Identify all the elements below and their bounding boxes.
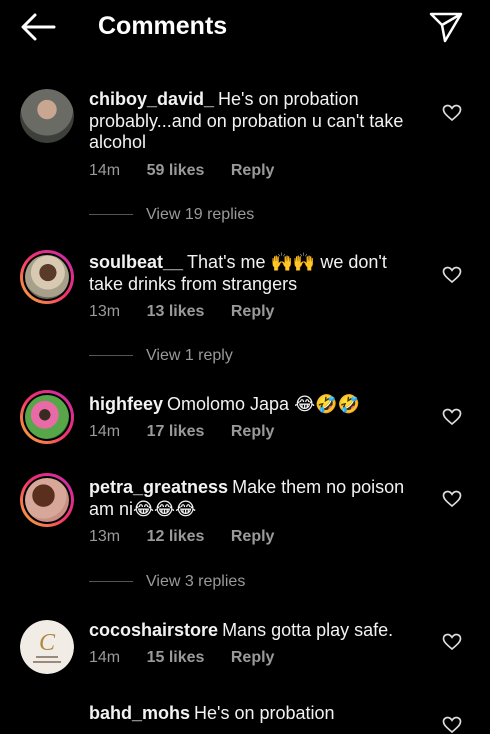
- view-replies[interactable]: View 1 reply: [89, 347, 233, 365]
- reply-button[interactable]: Reply: [231, 162, 275, 179]
- comment-username[interactable]: petra_greatness: [89, 477, 228, 497]
- heart-icon[interactable]: [442, 104, 462, 122]
- comment-time: 13m: [89, 303, 121, 320]
- comment-time: 13m: [89, 528, 121, 545]
- divider: [89, 355, 133, 357]
- comment-text: Mans gotta play safe.: [222, 620, 394, 640]
- comment-time: 14m: [89, 423, 121, 440]
- logo-image: C: [33, 630, 61, 663]
- view-replies[interactable]: View 3 replies: [89, 573, 245, 591]
- divider: [89, 581, 133, 583]
- comment-likes[interactable]: 13 likes: [147, 303, 205, 320]
- comment-meta: 14m 15 likes Reply: [89, 649, 296, 667]
- view-replies-label[interactable]: View 3 replies: [146, 573, 245, 590]
- reply-button[interactable]: Reply: [231, 528, 275, 545]
- comment-username[interactable]: soulbeat__: [89, 252, 183, 272]
- comment-username[interactable]: cocoshairstore: [89, 620, 218, 640]
- comment-meta: 14m 59 likes Reply: [89, 162, 296, 180]
- avatar[interactable]: [20, 89, 74, 143]
- comment-likes[interactable]: 15 likes: [147, 649, 205, 666]
- comment-username[interactable]: chiboy_david_: [89, 89, 214, 109]
- comment-time: 14m: [89, 649, 121, 666]
- comment-meta: 13m 13 likes Reply: [89, 303, 296, 321]
- reply-button[interactable]: Reply: [231, 649, 275, 666]
- svg-text:C: C: [39, 630, 56, 656]
- reply-button[interactable]: Reply: [231, 303, 275, 320]
- avatar[interactable]: [20, 473, 74, 527]
- avatar[interactable]: [20, 250, 74, 304]
- heart-icon[interactable]: [442, 408, 462, 426]
- top-bar: Comments: [0, 0, 490, 54]
- page-title: Comments: [98, 12, 228, 40]
- heart-icon[interactable]: [442, 633, 462, 651]
- back-arrow-icon[interactable]: [20, 12, 56, 42]
- comment-likes[interactable]: 17 likes: [147, 423, 205, 440]
- divider: [89, 214, 133, 216]
- comment-meta: 14m 17 likes Reply: [89, 423, 296, 441]
- heart-icon[interactable]: [442, 266, 462, 284]
- view-replies[interactable]: View 19 replies: [89, 206, 254, 224]
- comment-username[interactable]: highfeey: [89, 394, 163, 414]
- reply-button[interactable]: Reply: [231, 423, 275, 440]
- comment-username[interactable]: bahd_mohs: [89, 703, 190, 723]
- view-replies-label[interactable]: View 19 replies: [146, 206, 254, 223]
- send-icon[interactable]: [428, 11, 464, 43]
- comment-likes[interactable]: 59 likes: [147, 162, 205, 179]
- comment-meta: 13m 12 likes Reply: [89, 528, 296, 546]
- comment-likes[interactable]: 12 likes: [147, 528, 205, 545]
- heart-icon[interactable]: [442, 490, 462, 508]
- comment-time: 14m: [89, 162, 121, 179]
- comment-text: Omolomo Japa 😂🤣🤣: [167, 394, 360, 414]
- heart-icon[interactable]: [442, 716, 462, 734]
- view-replies-label[interactable]: View 1 reply: [146, 347, 233, 364]
- avatar[interactable]: C: [20, 620, 74, 674]
- avatar[interactable]: [20, 390, 74, 444]
- comment-text: He's on probation: [194, 703, 335, 723]
